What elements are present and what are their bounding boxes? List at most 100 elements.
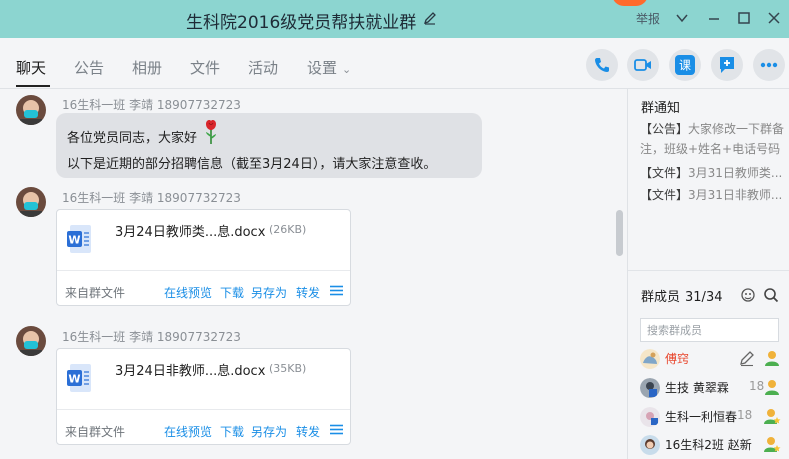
notice-text: 注，班级+姓名+电话号码 xyxy=(640,142,781,156)
file-source: 来自群文件 xyxy=(65,286,126,300)
members-title-label: 群成员 xyxy=(641,290,681,305)
forward-link[interactable]: 转发 xyxy=(296,284,320,301)
notice-item[interactable]: 注，班级+姓名+电话号码 xyxy=(640,140,780,157)
tab-album[interactable]: 相册 xyxy=(132,57,162,78)
menu-icon[interactable] xyxy=(330,285,343,296)
notification-mark xyxy=(612,0,648,6)
member-avatar xyxy=(640,435,660,455)
more-icon xyxy=(760,62,778,68)
member-manage-icon[interactable] xyxy=(740,287,756,303)
chat-area[interactable]: 16生科一班 李靖 18907732723 各位党员同志，大家好 以下是近期的部… xyxy=(0,89,627,459)
tab-chat[interactable]: 聊天 xyxy=(16,57,46,78)
svg-text:W: W xyxy=(68,234,80,247)
chat-scrollbar[interactable] xyxy=(616,210,623,256)
file-card[interactable]: W 3月24日教师类...息.docx (26KB) 来自群文件 在线预览 下载… xyxy=(56,209,351,306)
avatar[interactable] xyxy=(16,326,46,356)
file-footer: 来自群文件 在线预览 下载 另存为 转发 xyxy=(57,270,350,306)
word-file-icon: W xyxy=(67,364,91,392)
member-avatar xyxy=(640,349,660,369)
avatar-image xyxy=(16,326,46,356)
preview-link[interactable]: 在线预览 xyxy=(164,284,212,301)
file-name[interactable]: 3月24日非教师...息.docx xyxy=(115,360,265,379)
owner-badge-icon xyxy=(765,351,779,366)
member-item[interactable]: 傅窍 xyxy=(628,347,789,371)
svg-text:W: W xyxy=(68,373,80,386)
voice-call-button[interactable] xyxy=(586,49,618,81)
members-title: 群成员 31/34 xyxy=(641,286,722,305)
video-call-button[interactable] xyxy=(627,49,659,81)
notice-tag: 【文件】 xyxy=(640,188,689,202)
minimize-icon[interactable] xyxy=(706,10,722,26)
notice-item[interactable]: 【公告】大家修改一下群备 xyxy=(640,120,784,137)
tab-settings-label: 设置 xyxy=(307,59,338,77)
edit-title-icon[interactable] xyxy=(423,11,437,25)
tab-settings[interactable]: 设置 ⌄ xyxy=(307,57,351,78)
file-size: (35KB) xyxy=(269,362,307,375)
new-chat-button[interactable] xyxy=(711,49,743,81)
active-tab-indicator xyxy=(16,85,50,87)
tab-activity[interactable]: 活动 xyxy=(248,57,278,78)
more-button[interactable] xyxy=(753,49,785,81)
avatar[interactable] xyxy=(16,187,46,217)
member-item[interactable]: 生技 黄翠霖 18 xyxy=(628,376,789,400)
course-button[interactable]: 课 xyxy=(669,49,701,81)
file-source: 来自群文件 xyxy=(65,425,126,439)
search-icon[interactable] xyxy=(763,287,779,303)
window-title: 生科院2016级党员帮扶就业群 xyxy=(186,13,417,33)
admin-star-icon xyxy=(764,437,781,452)
sender-name: 16生科一班 李靖 18907732723 xyxy=(62,98,241,112)
avatar[interactable] xyxy=(16,95,46,125)
notice-item[interactable]: 【文件】3月31日教师类... xyxy=(640,164,782,181)
member-item[interactable]: 16生科2班 赵新 xyxy=(628,433,789,457)
member-name: 生技 黄翠霖 xyxy=(665,381,729,395)
maximize-icon[interactable] xyxy=(736,10,752,26)
file-size: (26KB) xyxy=(269,223,307,236)
course-icon: 课 xyxy=(675,55,695,75)
member-name: 傅窍 xyxy=(665,352,690,366)
avatar-image xyxy=(16,187,46,217)
download-link[interactable]: 下载 xyxy=(220,423,244,440)
member-avatar xyxy=(640,407,660,427)
message-bubble[interactable]: 各位党员同志，大家好 以下是近期的部分招聘信息（截至3月24日），请大家注意查收… xyxy=(56,113,482,178)
member-item[interactable]: 生科一利恒春 18 xyxy=(628,405,789,429)
chevron-down-icon[interactable] xyxy=(674,10,690,26)
chevron-down-icon: ⌄ xyxy=(342,63,352,76)
video-icon xyxy=(634,59,651,71)
admin-star-icon xyxy=(764,409,781,424)
download-link[interactable]: 下载 xyxy=(220,284,244,301)
sidebar-divider xyxy=(628,270,789,271)
notice-title: 群通知 xyxy=(641,101,681,116)
edit-icon[interactable] xyxy=(738,349,756,367)
tab-announcement[interactable]: 公告 xyxy=(74,57,104,78)
group-sidebar: 群通知 【公告】大家修改一下群备 注，班级+姓名+电话号码 【文件】3月31日教… xyxy=(627,89,789,459)
tab-bar: 聊天 公告 相册 文件 活动 设置 ⌄ 课 xyxy=(0,38,789,89)
preview-link[interactable]: 在线预览 xyxy=(164,423,212,440)
phone-icon xyxy=(595,58,609,72)
tab-files[interactable]: 文件 xyxy=(190,57,220,78)
file-name[interactable]: 3月24日教师类...息.docx xyxy=(115,221,265,240)
message-file: 16生科一班 李靖 18907732723 W 3月24日教师类...息.doc… xyxy=(0,183,600,313)
title-bar: 生科院2016级党员帮扶就业群 举报 xyxy=(0,0,789,38)
add-chat-icon xyxy=(720,57,734,73)
admin-badge-icon xyxy=(765,380,779,395)
member-search-input[interactable] xyxy=(640,318,779,342)
message-line: 各位党员同志，大家好 xyxy=(67,131,198,146)
close-icon[interactable] xyxy=(766,10,782,26)
notice-text: 大家修改一下群备 xyxy=(688,122,785,136)
member-name: 生科一利恒春 xyxy=(665,410,738,424)
menu-icon[interactable] xyxy=(330,424,343,435)
member-avatar xyxy=(640,378,660,398)
notice-tag: 【文件】 xyxy=(640,166,689,180)
save-as-link[interactable]: 另存为 xyxy=(251,423,287,440)
member-extra: 18 xyxy=(737,408,753,422)
member-name: 16生科2班 赵新 xyxy=(665,438,752,452)
file-card[interactable]: W 3月24日非教师...息.docx (35KB) 来自群文件 在线预览 下载… xyxy=(56,348,351,445)
save-as-link[interactable]: 另存为 xyxy=(251,284,287,301)
notice-item[interactable]: 【文件】3月31日非教师... xyxy=(640,186,782,203)
message-text: 16生科一班 李靖 18907732723 各位党员同志，大家好 以下是近期的部… xyxy=(0,89,600,184)
report-link[interactable]: 举报 xyxy=(636,10,660,27)
sender-name: 16生科一班 李靖 18907732723 xyxy=(62,330,241,344)
course-icon-text: 课 xyxy=(679,59,691,73)
message-line: 以下是近期的部分招聘信息（截至3月24日），请大家注意查收。 xyxy=(67,157,437,172)
forward-link[interactable]: 转发 xyxy=(296,423,320,440)
